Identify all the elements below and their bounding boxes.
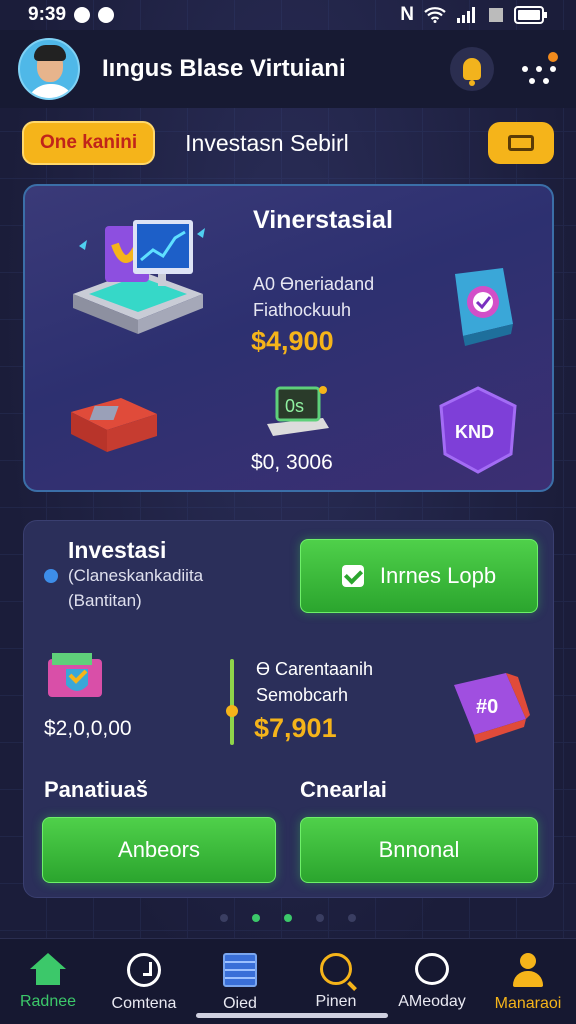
nav-item-comtena[interactable]: Comtena xyxy=(96,939,192,1024)
progress-line xyxy=(226,659,238,745)
notification-button[interactable] xyxy=(450,47,494,91)
user-icon xyxy=(511,953,545,987)
home-icon xyxy=(30,953,66,985)
notification-icon xyxy=(98,7,115,23)
page-dot-active[interactable] xyxy=(284,914,292,922)
nav-item-profile[interactable]: Manaraoi xyxy=(480,939,576,1024)
shield-cube-icon xyxy=(455,268,513,346)
document-icon xyxy=(223,953,257,987)
investment-action-card: Investasi (Claneskankadiita (Bantitan) I… xyxy=(23,520,554,898)
left-action-button[interactable]: Anbeors xyxy=(42,817,276,883)
sim-icon xyxy=(489,8,503,22)
cash-label: 0s xyxy=(285,396,304,416)
wallet-illustration xyxy=(48,653,102,697)
page-dot[interactable] xyxy=(348,914,356,922)
home-indicator[interactable] xyxy=(196,1013,388,1018)
status-bar: 9:39 N xyxy=(0,0,576,30)
nav-item-home[interactable]: Radnee xyxy=(0,939,96,1024)
nav-item-ameoday[interactable]: AMeoday xyxy=(384,939,480,1024)
nav-label: Manaraoi xyxy=(494,995,562,1012)
checkmark-icon xyxy=(341,565,364,587)
sub-toolbar: One kanini Investasn Sebirl xyxy=(22,120,554,166)
nav-item-pinen[interactable]: Pinen xyxy=(288,939,384,1024)
invest-primary-label: Inrnes Lopb xyxy=(379,563,497,588)
menu-button[interactable] xyxy=(520,52,558,84)
investment-desc-2: (Bantitan) xyxy=(68,591,142,610)
cash-register-icon: 0s xyxy=(267,386,329,436)
clock-icon xyxy=(127,953,161,987)
check-icon xyxy=(44,569,58,583)
stat-line-2: Semobcarh xyxy=(256,685,349,705)
section-title: Investasn Sebirl xyxy=(185,129,349,156)
bell-icon xyxy=(463,58,481,86)
card-subtext-2: Fiathockuuh xyxy=(253,300,352,320)
invest-primary-button[interactable]: Inrnes Lopb xyxy=(300,539,538,613)
nav-label: Radnee xyxy=(19,993,77,1010)
secondary-price: $0, 3006 xyxy=(251,451,333,474)
search-icon xyxy=(320,953,352,985)
menu-badge xyxy=(548,52,558,62)
category-pill[interactable]: One kanini xyxy=(22,121,156,165)
app-header: Iıngus Blase Virtuiani xyxy=(0,30,576,108)
nfc-icon: N xyxy=(400,4,414,25)
left-section-label: Panatiuaš xyxy=(44,777,148,802)
card-heading: Vinerstasial xyxy=(253,206,393,234)
wifi-icon xyxy=(424,7,446,23)
chip-card-icon xyxy=(71,398,157,452)
clock-time: 9:39 xyxy=(28,4,67,25)
avatar[interactable] xyxy=(18,38,80,100)
stat-line-1: Ɵ Carentaanih xyxy=(256,659,374,679)
stat-amount: $7,901 xyxy=(254,713,337,743)
nav-label: Pinen xyxy=(315,993,357,1010)
wallet-button[interactable] xyxy=(488,122,554,164)
page-dot[interactable] xyxy=(220,914,228,922)
wallet-amount: $2,0,0,00 xyxy=(44,717,132,740)
app-title: Iıngus Blase Virtuiani xyxy=(102,55,346,82)
investment-overview-card[interactable]: Vinerstasial A0 Ɵneriadand Fiathockuuh $… xyxy=(23,184,554,492)
bottom-navigation: Radnee Comtena Oied Pinen AMeoday Manara… xyxy=(0,938,576,1024)
trading-terminal-illustration xyxy=(73,220,205,334)
nav-label: Oied xyxy=(223,995,257,1012)
primary-price: $4,900 xyxy=(251,326,334,356)
cube-label: #0 xyxy=(476,696,498,718)
card-subtext-1: A0 Ɵneriadand xyxy=(253,274,375,294)
battery-icon xyxy=(514,6,547,24)
nav-label: Comtena xyxy=(111,995,177,1012)
wallet-icon xyxy=(508,135,534,151)
purple-cube-icon: #0 xyxy=(454,673,530,743)
chat-icon xyxy=(415,953,449,985)
nav-item-oied[interactable]: Oied xyxy=(192,939,288,1024)
hex-label: KND xyxy=(455,422,494,442)
page-indicator xyxy=(0,914,576,922)
investment-desc-1: (Claneskankadiita xyxy=(68,566,204,585)
message-icon xyxy=(74,7,91,23)
right-section-label: Cnearlai xyxy=(300,777,387,802)
right-action-button[interactable]: Bnnonal xyxy=(300,817,538,883)
investment-title: Investasi xyxy=(68,537,167,563)
badge-hex-icon: KND xyxy=(439,386,517,474)
page-dot[interactable] xyxy=(252,914,260,922)
page-dot[interactable] xyxy=(316,914,324,922)
nav-label: AMeoday xyxy=(398,993,466,1010)
signal-icon xyxy=(457,7,475,23)
